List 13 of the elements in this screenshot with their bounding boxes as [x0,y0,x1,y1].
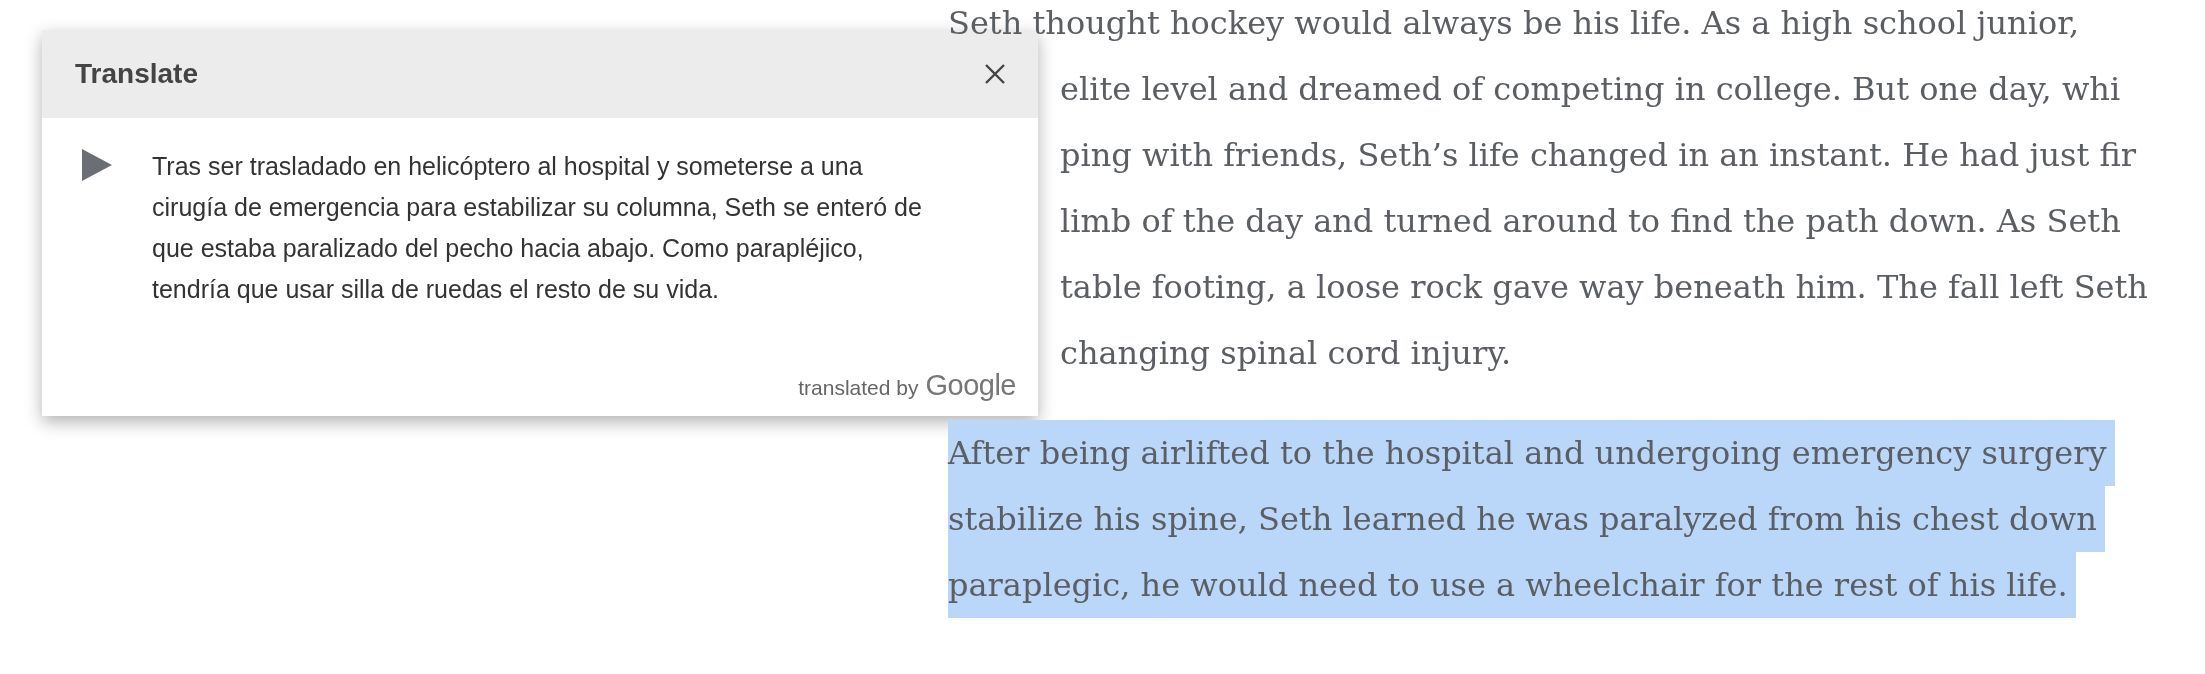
attribution-text: translated by [798,376,919,400]
article-line: elite level and dreamed of competing in college. But one day, whi [1060,69,2121,110]
article-line: limb of the day and turned around to find the path down. As Seth [1060,201,2121,242]
play-button[interactable] [82,146,112,184]
article-line: table footing, a loose rock gave way beneath him. The fall left Seth [1060,267,2148,308]
close-icon [984,63,1006,85]
google-logo: Google [925,369,1016,402]
article-line: changing spinal cord injury. [1060,333,1512,374]
translation-text: Tras ser trasladado en helicóptero al hospital y someterse a una cirugía de emergencia para estabilizar su columna, Seth se enteró de que estaba paralizado del pecho hacia abajo. Como parapléjico, tendría que usar silla de ruedas el resto de su vida. [152,151,923,305]
popup-title: Translate [75,58,198,90]
article-line: ping with friends, Seth’s life changed in an instant. He had just fir [1060,135,2137,176]
play-icon [82,149,112,181]
article-line: Seth thought hockey would always be his life. As a high school junior, [948,3,2080,44]
